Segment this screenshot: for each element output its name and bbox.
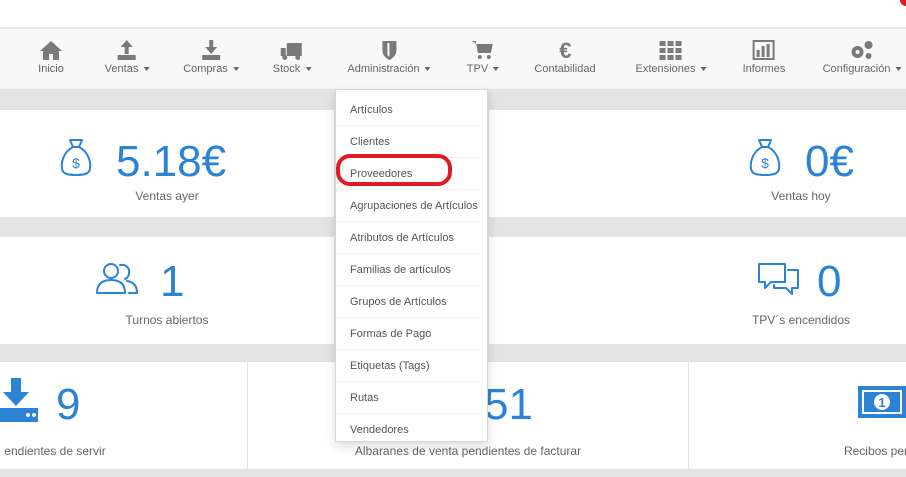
nav-label: Informes <box>742 63 786 75</box>
caret-down-icon <box>493 67 500 72</box>
bar-chart-icon <box>752 40 775 60</box>
caret-down-icon <box>232 67 239 72</box>
chat-bubbles-icon <box>758 263 799 295</box>
stat-label: Ventas hoy <box>771 189 831 203</box>
svg-text:1: 1 <box>878 395 885 410</box>
proveedores-highlight-outline <box>336 154 452 186</box>
stat-value: 5.18€ <box>116 137 227 186</box>
menu-item-rutas[interactable]: Rutas <box>336 382 483 414</box>
menu-item-grupos-articulos[interactable]: Grupos de Artículos <box>336 286 483 318</box>
upload-icon <box>117 40 136 60</box>
top-bar <box>0 0 906 28</box>
stat-ventas-hoy: $ 0€ Ventas hoy <box>489 110 906 217</box>
nav-inicio[interactable]: Inicio <box>38 29 64 90</box>
banknote-icon: 1 <box>858 386 906 418</box>
nav-label: Administración <box>347 63 431 75</box>
money-bag-icon: $ <box>749 139 781 176</box>
nav-tpv[interactable]: TPV <box>467 29 500 90</box>
svg-text:€: € <box>559 39 571 61</box>
stat-pendientes-servir: 9 endientes de servir <box>0 362 247 469</box>
stat-label: TPV´s encendidos <box>751 313 851 327</box>
nav-label: Ventas <box>105 63 150 75</box>
main-navbar: Inicio Ventas Compras Stock Administraci… <box>0 29 906 90</box>
stat-label: Turnos abiertos <box>125 313 209 327</box>
stat-turnos: 1 Turnos abiertos <box>0 237 334 344</box>
caret-down-icon <box>305 67 312 72</box>
menu-item-articulos[interactable]: Artículos <box>336 94 483 126</box>
nav-compras[interactable]: Compras <box>183 29 239 90</box>
nav-label: Compras <box>183 63 239 75</box>
users-icon <box>96 263 138 294</box>
menu-item-vendedores[interactable]: Vendedores <box>336 414 483 446</box>
download-tray-icon <box>0 378 38 422</box>
notification-dot <box>900 0 906 6</box>
nav-configuracion[interactable]: Configuración <box>823 29 902 90</box>
nav-extensiones[interactable]: Extensiones <box>636 29 707 90</box>
menu-item-atributos-articulos[interactable]: Atributos de Artículos <box>336 222 483 254</box>
nav-contabilidad[interactable]: € Contabilidad <box>534 29 595 90</box>
grid-icon <box>660 41 682 60</box>
truck-icon <box>280 43 302 60</box>
nav-label: Stock <box>273 63 312 75</box>
nav-label: Extensiones <box>636 63 707 75</box>
cart-icon <box>472 41 493 59</box>
stat-value: 1 <box>160 257 185 306</box>
stat-value: 0€ <box>805 137 854 186</box>
svg-text:$: $ <box>761 155 769 171</box>
nav-label: Configuración <box>823 63 902 75</box>
stat-recibos: 1 Recibos pendi <box>689 362 906 469</box>
menu-item-formas-pago[interactable]: Formas de Pago <box>336 318 483 350</box>
euro-icon: € <box>559 39 571 61</box>
stat-label: Recibos pendi <box>843 444 906 458</box>
stat-value: 51 <box>484 380 533 429</box>
stat-label: Albaranes de venta pendientes de factura… <box>354 444 582 458</box>
nav-stock[interactable]: Stock <box>273 29 312 90</box>
money-bag-icon: $ <box>60 139 92 176</box>
menu-item-agrupaciones-articulos[interactable]: Agrupaciones de Artículos <box>336 190 483 222</box>
stat-value: 9 <box>56 380 81 429</box>
menu-item-etiquetas[interactable]: Etiquetas (Tags) <box>336 350 483 382</box>
nav-label: Inicio <box>38 63 64 75</box>
stat-label: Ventas ayer <box>135 189 199 203</box>
nav-label: Contabilidad <box>534 63 596 75</box>
stat-value: 0 <box>817 257 842 306</box>
caret-down-icon <box>143 67 150 72</box>
stat-tpvs: 0 TPV´s encendidos <box>489 237 906 344</box>
shield-icon <box>381 41 396 60</box>
menu-item-familias-articulos[interactable]: Familias de artículos <box>336 254 483 286</box>
nav-administracion[interactable]: Administración <box>347 29 431 90</box>
stat-label: endientes de servir <box>4 444 106 458</box>
nav-label: TPV <box>467 63 500 75</box>
nav-ventas[interactable]: Ventas <box>105 29 150 90</box>
nav-informes[interactable]: Informes <box>742 29 786 90</box>
svg-text:$: $ <box>72 155 80 171</box>
stat-ventas-ayer: $ 5.18€ Ventas ayer <box>0 110 334 217</box>
administracion-dropdown: Artículos Clientes Proveedores Agrupacio… <box>335 89 488 446</box>
download-icon <box>202 40 220 60</box>
caret-down-icon <box>895 67 902 72</box>
caret-down-icon <box>424 67 431 72</box>
home-icon <box>40 41 62 60</box>
caret-down-icon <box>700 67 707 72</box>
cogs-icon <box>852 41 873 59</box>
